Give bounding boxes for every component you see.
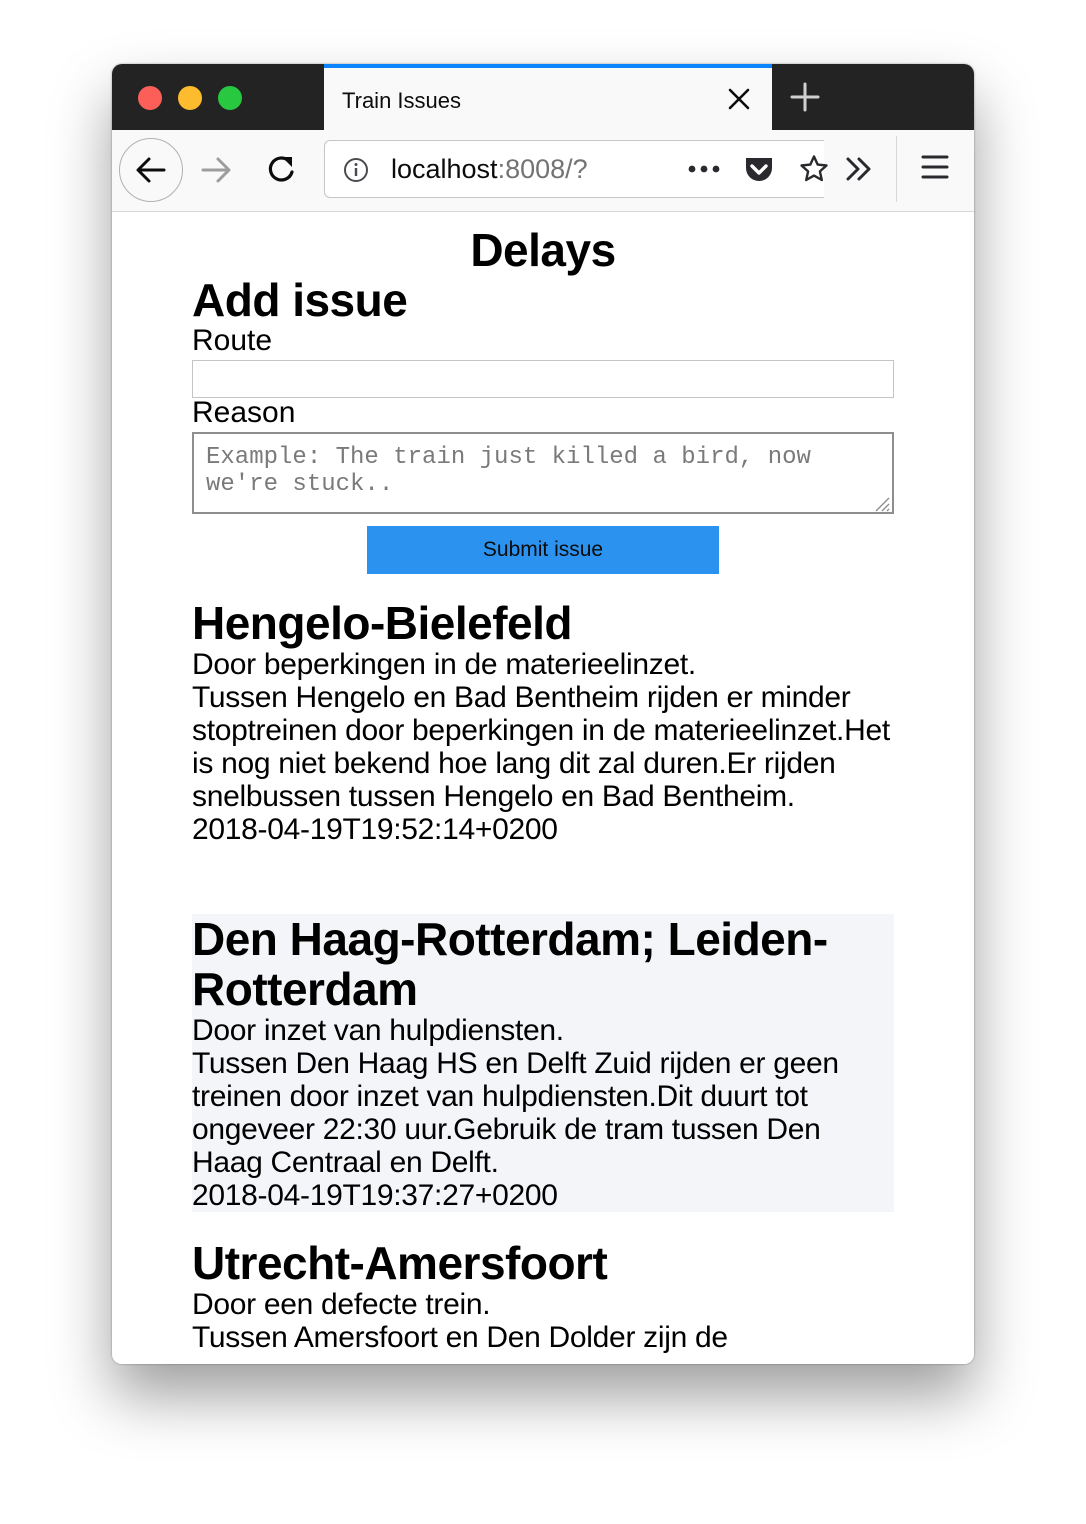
route-label: Route (192, 324, 273, 357)
tab-train-issues[interactable]: Train Issues (324, 64, 772, 130)
reason-label: Reason (192, 396, 296, 429)
reason-textarea[interactable] (192, 432, 894, 514)
browser-window: Train Issues localhost:8008/? Delays Add… (112, 64, 974, 1364)
issue-timestamp: 2018-04-19T19:52:14+0200 (192, 813, 558, 846)
reload-icon (268, 156, 294, 182)
url-port-path: :8008/? (497, 154, 588, 184)
issue-cause: Door inzet van hulpdiensten. (192, 1014, 564, 1047)
back-button[interactable] (119, 138, 183, 202)
bookmark-star-icon[interactable] (799, 154, 829, 184)
issue-description: Tussen Amersfoort en Den Dolder zijn de (192, 1321, 728, 1354)
url-bar[interactable]: localhost:8008/? (324, 140, 828, 198)
forward-arrow-icon (201, 157, 231, 183)
issue-route: Utrecht-Amersfoort (192, 1237, 608, 1289)
issue-route: Hengelo-Bielefeld (192, 597, 573, 649)
route-input[interactable] (192, 360, 894, 398)
site-info-icon[interactable] (343, 157, 369, 183)
toolbar-divider (896, 136, 897, 202)
issue-cause: Door een defecte trein. (192, 1288, 491, 1321)
back-arrow-icon (136, 157, 166, 183)
issue-item: Den Haag-Rotterdam; Leiden-Rotterdam Doo… (192, 914, 894, 1212)
issue-description: Tussen Den Haag HS en Delft Zuid rijden … (192, 1047, 839, 1179)
toolbar-overflow-icon[interactable] (844, 154, 874, 184)
page-viewport: Delays Add issue Route Reason Submit iss… (112, 212, 974, 1364)
issue-route: Den Haag-Rotterdam; Leiden-Rotterdam (192, 913, 828, 1015)
hamburger-menu-icon[interactable] (920, 152, 950, 182)
new-tab-icon[interactable] (788, 80, 822, 114)
pocket-icon[interactable] (743, 155, 775, 185)
issue-timestamp: 2018-04-19T19:37:27+0200 (192, 1179, 558, 1212)
tab-strip: Train Issues (112, 64, 974, 130)
close-tab-icon[interactable] (726, 86, 752, 112)
zoom-window-button[interactable] (218, 86, 242, 110)
issue-cause: Door beperkingen in de materieelinzet. (192, 648, 696, 681)
url-host: localhost (391, 154, 498, 184)
issue-item: Hengelo-Bielefeld Door beperkingen in de… (192, 598, 894, 846)
submit-issue-button[interactable]: Submit issue (367, 526, 719, 574)
minimize-window-button[interactable] (178, 86, 202, 110)
add-issue-heading: Add issue (192, 274, 408, 326)
reload-button[interactable] (262, 150, 302, 190)
page-actions-more-icon[interactable] (687, 161, 721, 177)
issue-description: Tussen Hengelo en Bad Bentheim rijden er… (192, 681, 890, 813)
resize-grip-icon[interactable] (872, 494, 890, 512)
close-window-button[interactable] (138, 86, 162, 110)
navigation-toolbar: localhost:8008/? (112, 130, 974, 212)
forward-button[interactable] (196, 150, 236, 190)
issue-item: Utrecht-Amersfoort Door een defecte trei… (192, 1238, 894, 1354)
tab-title: Train Issues (342, 88, 462, 113)
url-text[interactable]: localhost:8008/? (391, 154, 588, 185)
